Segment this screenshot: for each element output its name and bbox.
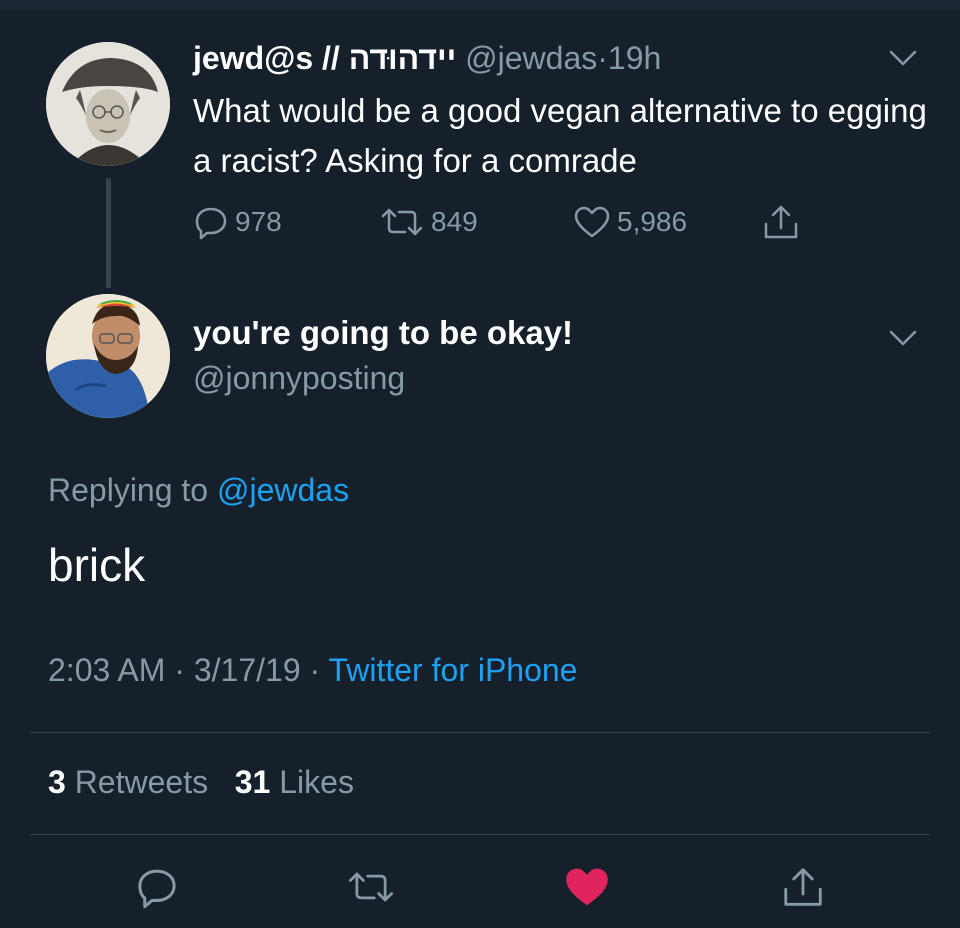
replying-to-line: Replying to @jewdas (48, 472, 349, 509)
reply-icon (195, 207, 227, 240)
retweets-stat[interactable]: 3 Retweets (48, 764, 208, 800)
original-handle[interactable]: @jewdas (465, 40, 597, 76)
top-bar (0, 0, 960, 10)
tweet-source-link[interactable]: Twitter for iPhone (328, 652, 577, 688)
profile-photo (46, 294, 170, 418)
like-icon (566, 868, 608, 906)
retweets-count: 3 (48, 764, 66, 800)
chevron-down-icon[interactable] (888, 328, 918, 348)
separator-dot: · (309, 652, 321, 688)
replying-mention-link[interactable]: @jewdas (217, 472, 349, 508)
reply-button[interactable] (132, 862, 182, 912)
share-button[interactable] (778, 862, 828, 912)
tweet-meta: 2:03 AM · 3/17/19 · Twitter for iPhone (48, 652, 577, 689)
original-time: 19h (607, 40, 662, 76)
reply-action[interactable]: 978 (193, 200, 282, 244)
share-icon (764, 205, 798, 239)
reply-tweet-text: brick (48, 539, 146, 591)
retweet-button[interactable] (346, 862, 396, 912)
tweet-date: 3/17/19 (193, 652, 301, 688)
retweets-label: Retweets (74, 764, 209, 800)
reply-display-name[interactable]: you're going to be okay! (193, 314, 573, 352)
replying-prefix: Replying to (48, 472, 209, 508)
reply-count: 978 (235, 206, 282, 237)
retweet-count: 849 (431, 206, 478, 237)
avatar-jewdas[interactable] (46, 42, 170, 166)
divider (30, 834, 930, 835)
likes-stat[interactable]: 31 Likes (235, 764, 354, 800)
original-tweet-actions: 978 849 5,986 (193, 200, 833, 244)
reply-icon (138, 869, 176, 909)
separator-dot: · (597, 40, 608, 76)
divider (30, 732, 930, 733)
avatar-jonnyposting[interactable] (46, 294, 170, 418)
likes-count: 31 (234, 764, 271, 800)
portrait-image (46, 42, 170, 166)
retweet-icon (381, 208, 423, 236)
thread-connector (106, 178, 111, 288)
like-icon (574, 206, 610, 238)
like-count: 5,986 (617, 206, 688, 237)
engagement-stats: 3 Retweets 31 Likes (48, 764, 354, 801)
tweet-time: 2:03 AM (48, 652, 166, 688)
retweet-action[interactable]: 849 (379, 200, 478, 244)
original-tweet-header: jewd@s // יידהוּדה @jewdas·19h (193, 40, 661, 77)
original-display-name[interactable]: jewd@s // יידהוּדה (193, 40, 456, 76)
chevron-down-icon[interactable] (888, 48, 918, 68)
like-action[interactable]: 5,986 (573, 200, 687, 244)
retweet-icon (348, 872, 394, 902)
separator-dot: · (174, 652, 185, 688)
reply-handle[interactable]: @jonnyposting (193, 360, 405, 397)
share-action[interactable] (761, 200, 807, 244)
share-icon (784, 868, 822, 906)
likes-label: Likes (279, 764, 354, 800)
like-button[interactable] (562, 862, 612, 912)
original-tweet-text: What would be a good vegan alternative t… (193, 92, 927, 179)
